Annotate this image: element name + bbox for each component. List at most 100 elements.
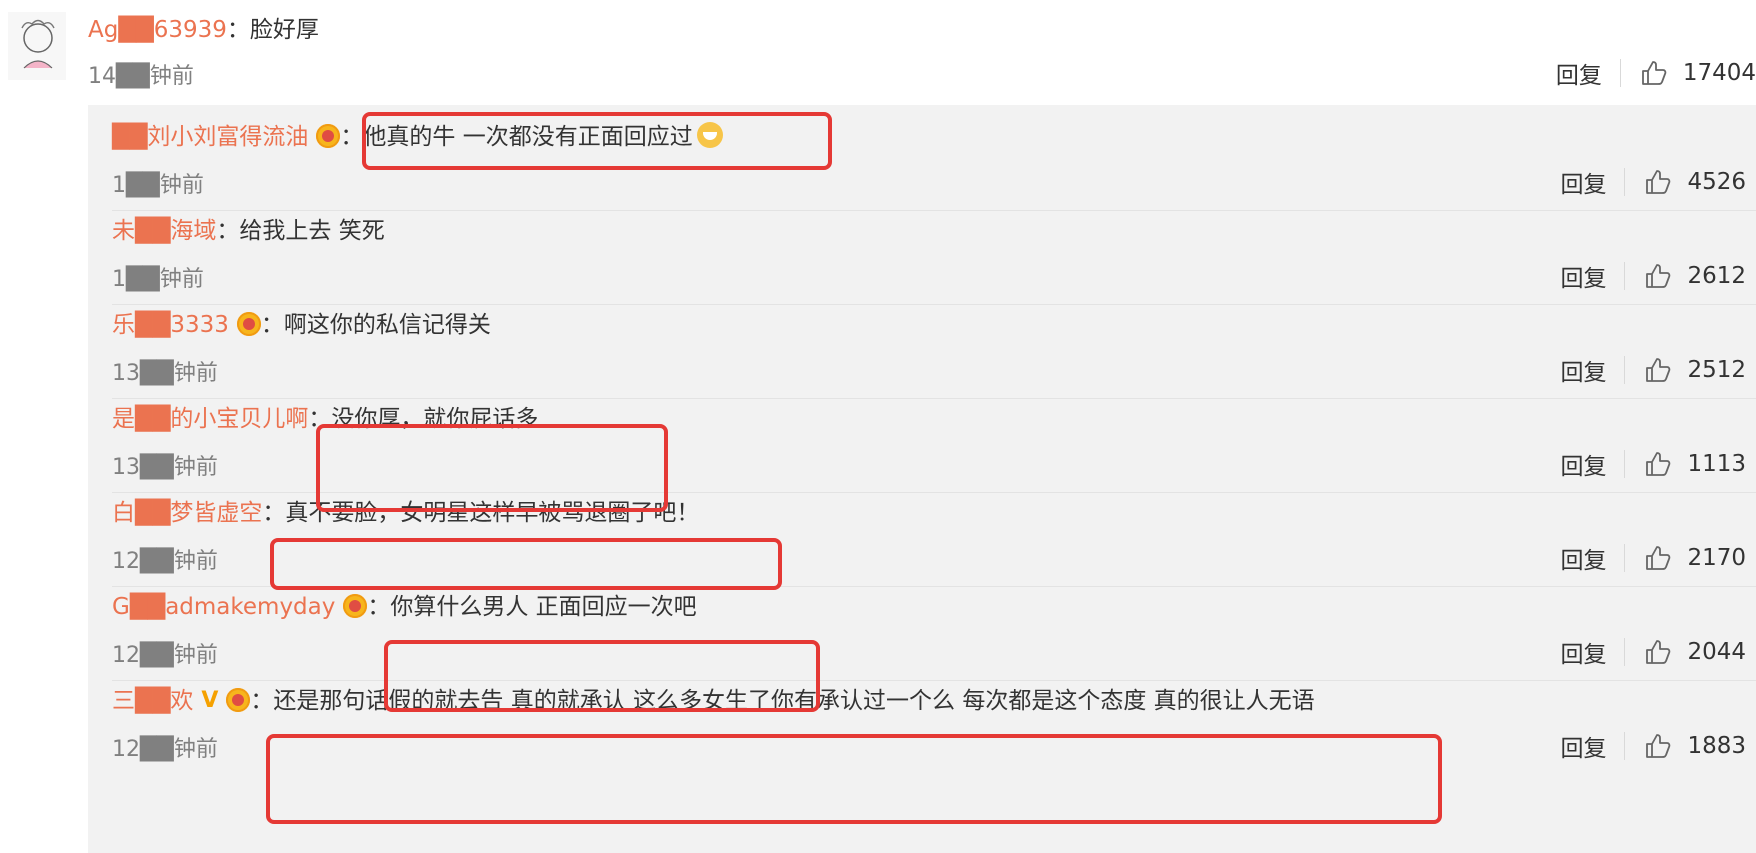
like-button[interactable]: 2512: [1643, 355, 1746, 385]
like-button[interactable]: 2170: [1643, 543, 1746, 573]
reply-time: 12██钟前: [112, 737, 218, 762]
reply-actions: 回复 2044: [1560, 633, 1746, 671]
reply-content: 他真的牛 一次都没有正面回应过: [363, 124, 693, 150]
colon-separator: ：: [340, 124, 364, 150]
reply-content: 还是那句话假的就去告 真的就承认 这么多女生了你有承认过一个么 每次都是这个态度…: [273, 688, 1315, 714]
list-item: 未██海域：给我上去 笑死 1██钟前 回复 2612: [88, 199, 1756, 305]
colon-separator: ：: [308, 406, 332, 432]
reply-actions: 回复 2512: [1560, 351, 1746, 389]
list-item: 白██梦皆虚空：真不要脸，女明星这样早被骂退圈了吧！ 12██钟前 回复 217…: [88, 481, 1756, 587]
like-button[interactable]: 4526: [1643, 167, 1746, 197]
reply-button[interactable]: 回复: [1560, 447, 1624, 481]
like-count: 2512: [1687, 357, 1746, 383]
reply-text: 是██的小宝贝儿啊：没你厚，就你屁话多: [112, 403, 538, 435]
like-button[interactable]: 2044: [1643, 637, 1746, 667]
username-link[interactable]: 乐██3333: [112, 312, 229, 338]
reply-button[interactable]: 回复: [1556, 56, 1620, 90]
username-link[interactable]: 三██欢: [112, 688, 193, 714]
username-link[interactable]: G██admakemyday: [112, 594, 335, 620]
like-count: 2612: [1687, 263, 1746, 289]
reply-content: 给我上去 笑死: [239, 218, 385, 244]
reply-text: 三██欢 V ：还是那句话假的就去告 真的就承认 这么多女生了你有承认过一个么 每次…: [112, 685, 1315, 717]
like-button[interactable]: 17404: [1639, 58, 1756, 88]
actions-separator: [1619, 59, 1621, 87]
like-count: 2044: [1687, 639, 1746, 665]
actions-separator: [1624, 450, 1626, 478]
thumbs-up-icon: [1639, 58, 1669, 88]
like-count: 1883: [1687, 733, 1746, 759]
username-link[interactable]: 白██梦皆虚空: [112, 500, 262, 526]
colon-separator: ：: [250, 688, 274, 714]
thumbs-up-icon: [1643, 543, 1673, 573]
actions-separator: [1624, 544, 1626, 572]
reply-list: ██刘小刘富得流油 ：他真的牛 一次都没有正面回应过 1██钟前 回复 4526 …: [88, 105, 1756, 853]
colon-separator: ：: [216, 218, 240, 244]
reply-time: 13██钟前: [112, 361, 218, 386]
actions-separator: [1624, 638, 1626, 666]
like-button[interactable]: 1113: [1643, 449, 1746, 479]
reply-content: 真不要脸，女明星这样早被骂退圈了吧！: [285, 500, 700, 526]
reply-button[interactable]: 回复: [1560, 729, 1624, 763]
reply-text: ██刘小刘富得流油 ：他真的牛 一次都没有正面回应过: [112, 121, 723, 153]
avatar[interactable]: [8, 12, 66, 80]
reply-content: 啊这你的私信记得关: [283, 312, 491, 338]
username-link[interactable]: 未██海域: [112, 218, 216, 244]
reply-text: G██admakemyday ：你算什么男人 正面回应一次吧: [112, 591, 697, 623]
actions-separator: [1624, 262, 1626, 290]
reply-time: 13██钟前: [112, 455, 218, 480]
like-count: 4526: [1687, 169, 1746, 195]
thumbs-up-icon: [1643, 731, 1673, 761]
list-item: 乐██3333 ：啊这你的私信记得关 13██钟前 回复 2512: [88, 293, 1756, 399]
crown-badge-icon: [316, 124, 341, 148]
actions-separator: [1624, 732, 1626, 760]
reply-time: 12██钟前: [112, 643, 218, 668]
like-count: 1113: [1687, 451, 1746, 477]
reply-button[interactable]: 回复: [1560, 165, 1624, 199]
like-button[interactable]: 2612: [1643, 261, 1746, 291]
reply-text: 白██梦皆虚空：真不要脸，女明星这样早被骂退圈了吧！: [112, 497, 699, 529]
colon-separator: ：: [260, 312, 284, 338]
reply-button[interactable]: 回复: [1560, 635, 1624, 669]
colon-separator: ：: [262, 500, 286, 526]
reply-actions: 回复 4526: [1560, 163, 1746, 201]
reply-actions: 回复 1883: [1560, 727, 1746, 765]
crown-badge-icon: [343, 594, 368, 618]
like-button[interactable]: 1883: [1643, 731, 1746, 761]
reply-time: 1██钟前: [112, 267, 204, 292]
reply-content: 你算什么男人 正面回应一次吧: [390, 594, 697, 620]
reply-button[interactable]: 回复: [1560, 541, 1624, 575]
reply-text: 乐██3333 ：啊这你的私信记得关: [112, 309, 491, 341]
username-link[interactable]: ██刘小刘富得流油: [112, 124, 308, 150]
reply-text: 未██海域：给我上去 笑死: [112, 215, 385, 247]
thumbs-up-icon: [1643, 261, 1673, 291]
like-count: 17404: [1682, 60, 1756, 86]
actions-separator: [1624, 168, 1626, 196]
comment-text: Ag██63939：脸好厚: [88, 14, 319, 46]
thumbs-up-icon: [1643, 449, 1673, 479]
comment-actions: 回复 17404: [1556, 54, 1756, 92]
reply-time: 12██钟前: [112, 549, 218, 574]
username-link[interactable]: 是██的小宝贝儿啊: [112, 406, 308, 432]
reply-content: 没你厚，就你屁话多: [331, 406, 539, 432]
verified-badge-icon: V: [201, 688, 219, 713]
colon-separator: ：: [226, 17, 250, 43]
comment-time: 14██钟前: [88, 64, 194, 89]
reply-actions: 回复 1113: [1560, 445, 1746, 483]
top-comment: Ag██63939：脸好厚 14██钟前 回复 17404: [88, 0, 1756, 105]
reply-button[interactable]: 回复: [1560, 259, 1624, 293]
crown-badge-icon: [236, 312, 261, 336]
thumbs-up-icon: [1643, 637, 1673, 667]
reply-actions: 回复 2612: [1560, 257, 1746, 295]
thumbs-up-icon: [1643, 167, 1673, 197]
crown-badge-icon: [226, 688, 251, 712]
list-item: 三██欢 V ：还是那句话假的就去告 真的就承认 这么多女生了你有承认过一个么 每次…: [88, 669, 1756, 775]
username-link[interactable]: Ag██63939: [88, 17, 227, 43]
like-count: 2170: [1687, 545, 1746, 571]
list-item: 是██的小宝贝儿啊：没你厚，就你屁话多 13██钟前 回复 1113: [88, 387, 1756, 493]
reply-time: 1██钟前: [112, 173, 204, 198]
sweat-smile-emoji-icon: [696, 122, 723, 148]
list-item: G██admakemyday ：你算什么男人 正面回应一次吧 12██钟前 回复 …: [88, 575, 1756, 681]
reply-button[interactable]: 回复: [1560, 353, 1624, 387]
comment-content: 脸好厚: [249, 17, 319, 43]
actions-separator: [1624, 356, 1626, 384]
